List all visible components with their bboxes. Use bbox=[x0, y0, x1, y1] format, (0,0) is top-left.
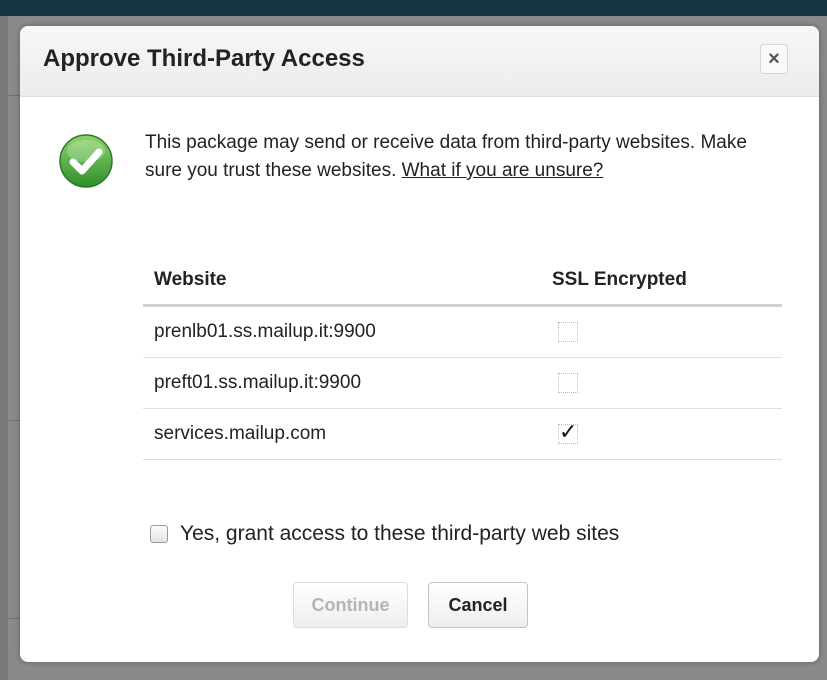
table-header-row: Website SSL Encrypted bbox=[143, 256, 782, 307]
table-row: services.mailup.com ✓ bbox=[143, 408, 782, 460]
cancel-button[interactable]: Cancel bbox=[428, 582, 528, 628]
backdrop-divider bbox=[8, 420, 20, 421]
continue-button[interactable]: Continue bbox=[293, 582, 408, 628]
dialog-title: Approve Third-Party Access bbox=[43, 45, 365, 72]
ssl-cell bbox=[544, 305, 782, 358]
what-if-unsure-link[interactable]: What if you are unsure? bbox=[402, 160, 604, 181]
backdrop-divider bbox=[8, 95, 20, 96]
checkmark-icon: ✓ bbox=[559, 418, 578, 444]
ssl-unchecked-checkbox bbox=[558, 372, 578, 393]
table-row: preft01.ss.mailup.it:9900 bbox=[143, 357, 782, 409]
approve-access-dialog: Approve Third-Party Access × This packag… bbox=[20, 26, 819, 662]
success-check-icon bbox=[59, 134, 113, 188]
grant-access-checkbox[interactable] bbox=[150, 525, 168, 543]
page-top-bar bbox=[0, 0, 827, 16]
website-cell: services.mailup.com bbox=[143, 408, 544, 460]
ssl-column-header: SSL Encrypted bbox=[544, 256, 782, 307]
ssl-checked-checkbox: ✓ bbox=[558, 419, 578, 444]
dialog-header: Approve Third-Party Access × bbox=[20, 26, 819, 97]
ssl-cell bbox=[544, 357, 782, 409]
website-cell: prenlb01.ss.mailup.it:9900 bbox=[143, 305, 544, 358]
ssl-cell: ✓ bbox=[544, 408, 782, 460]
close-button[interactable]: × bbox=[760, 44, 788, 74]
backdrop-divider bbox=[8, 618, 20, 619]
website-cell: preft01.ss.mailup.it:9900 bbox=[143, 357, 544, 409]
grant-access-row[interactable]: Yes, grant access to these third-party w… bbox=[150, 522, 619, 546]
websites-table: Website SSL Encrypted prenlb01.ss.mailup… bbox=[143, 256, 782, 460]
website-column-header: Website bbox=[143, 256, 544, 307]
grant-access-label[interactable]: Yes, grant access to these third-party w… bbox=[180, 522, 619, 546]
ssl-unchecked-checkbox bbox=[558, 321, 578, 342]
table-row: prenlb01.ss.mailup.it:9900 bbox=[143, 305, 782, 358]
intro-message: This package may send or receive data fr… bbox=[145, 129, 785, 185]
